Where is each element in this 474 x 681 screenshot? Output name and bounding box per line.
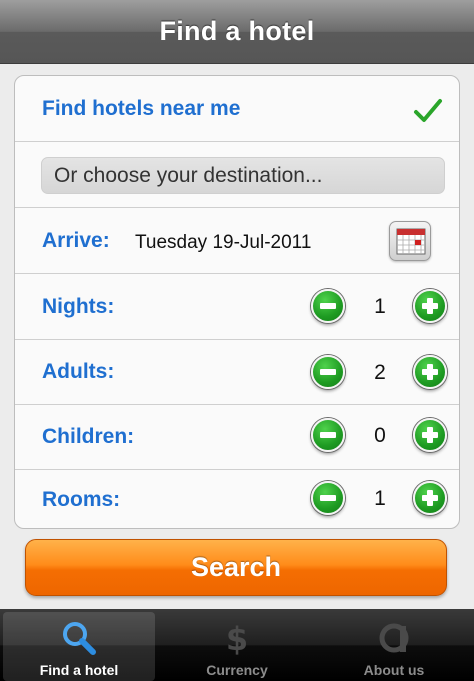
adults-label: Adults: xyxy=(42,360,115,383)
rooms-label: Rooms: xyxy=(42,488,121,511)
tab-label: About us xyxy=(363,662,425,678)
nights-minus-button[interactable] xyxy=(311,289,345,323)
adults-value: 2 xyxy=(374,361,386,384)
rooms-plus-button[interactable] xyxy=(413,481,447,515)
info-icon xyxy=(379,623,409,653)
adults-minus-button[interactable] xyxy=(311,355,345,389)
minus-icon xyxy=(320,495,336,501)
arrive-row: Arrive: Tuesday 19-Jul-2011 xyxy=(15,208,459,274)
search-button[interactable]: Search xyxy=(25,539,447,596)
dollar-icon: $ xyxy=(226,620,248,656)
children-label: Children: xyxy=(42,425,135,448)
rooms-stepper: 1 xyxy=(309,470,459,528)
adults-stepper: 2 xyxy=(309,340,459,404)
find-near-me-row[interactable]: Find hotels near me xyxy=(15,76,459,142)
rooms-minus-button[interactable] xyxy=(311,481,345,515)
magnifier-icon xyxy=(63,622,96,655)
find-near-me-label: Find hotels near me xyxy=(42,97,241,120)
children-minus-button[interactable] xyxy=(311,418,345,452)
children-row: Children: 0 xyxy=(15,405,459,470)
tab-about-us[interactable]: About us xyxy=(318,612,470,681)
nights-label: Nights: xyxy=(42,295,115,318)
children-stepper: 0 xyxy=(309,405,459,469)
arrive-date-value: Tuesday 19-Jul-2011 xyxy=(135,232,312,253)
rooms-row: Rooms: 1 xyxy=(15,470,459,528)
children-plus-button[interactable] xyxy=(413,418,447,452)
adults-row: Adults: 2 xyxy=(15,340,459,405)
search-form: Find hotels near me Or choose your desti… xyxy=(14,75,460,529)
children-value: 0 xyxy=(374,424,386,447)
destination-input[interactable]: Or choose your destination... xyxy=(41,157,445,194)
svg-text:$: $ xyxy=(226,620,248,656)
plus-icon xyxy=(422,490,438,506)
tab-label: Find a hotel xyxy=(39,662,119,678)
nights-row: Nights: 1 xyxy=(15,274,459,340)
calendar-button[interactable] xyxy=(389,221,431,261)
navigation-bar: Find a hotel xyxy=(0,0,474,64)
checkmark-icon xyxy=(414,99,442,122)
adults-plus-button[interactable] xyxy=(413,355,447,389)
minus-icon xyxy=(320,432,336,438)
plus-icon xyxy=(422,427,438,443)
plus-icon xyxy=(422,298,438,314)
page-title: Find a hotel xyxy=(159,16,315,46)
minus-icon xyxy=(320,303,336,309)
tab-label: Currency xyxy=(206,662,268,678)
rooms-value: 1 xyxy=(374,487,386,510)
minus-icon xyxy=(320,369,336,375)
nights-value: 1 xyxy=(374,295,386,318)
tab-currency[interactable]: $ Currency xyxy=(161,612,313,681)
calendar-icon xyxy=(396,228,426,255)
nights-stepper: 1 xyxy=(309,274,459,339)
arrive-label: Arrive: xyxy=(42,229,110,252)
destination-row: Or choose your destination... xyxy=(15,142,459,208)
plus-icon xyxy=(422,364,438,380)
tab-bar: Find a hotel $ Currency About us xyxy=(0,609,474,681)
tab-find-a-hotel[interactable]: Find a hotel xyxy=(3,612,155,681)
nights-plus-button[interactable] xyxy=(413,289,447,323)
